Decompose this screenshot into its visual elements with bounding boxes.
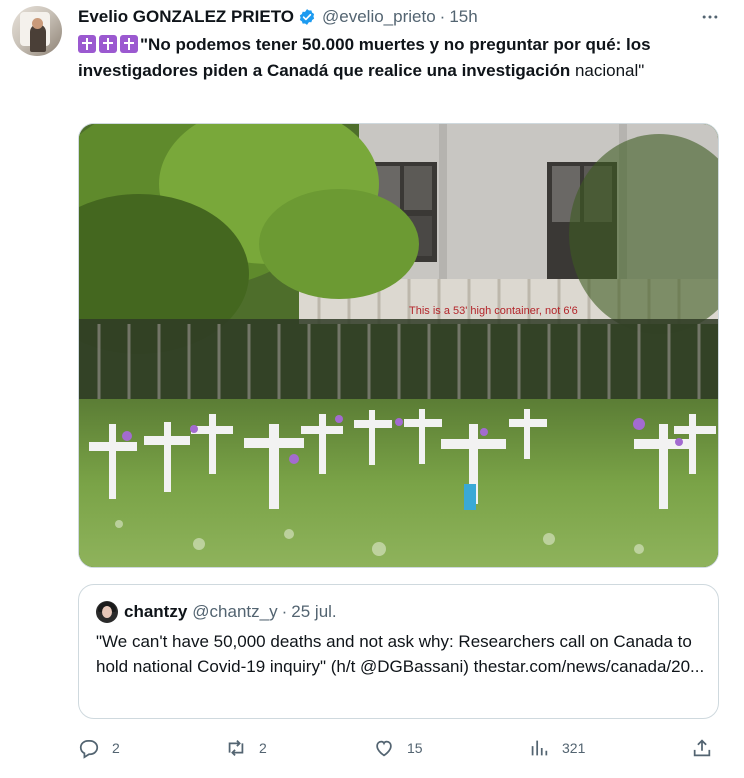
heart-icon	[376, 740, 392, 757]
tweet-header: Evelio GONZALEZ PRIETO @evelio_prieto · …	[78, 6, 478, 28]
verified-badge-icon	[299, 9, 315, 25]
author-name[interactable]: Evelio GONZALEZ PRIETO	[78, 7, 294, 27]
quoted-tweet[interactable]: chantzy @chantz_y · 25 jul. "We can't ha…	[78, 584, 719, 719]
latin-cross-icon	[120, 35, 138, 53]
like-button[interactable]: 15	[373, 734, 423, 762]
tweet: Evelio GONZALEZ PRIETO @evelio_prieto · …	[0, 0, 744, 778]
reply-icon	[79, 739, 99, 759]
quoted-tweet-header: chantzy @chantz_y · 25 jul.	[96, 601, 337, 623]
latin-cross-icon	[99, 35, 117, 53]
tweet-timestamp[interactable]: 15h	[449, 7, 477, 27]
reply-button[interactable]: 2	[78, 734, 120, 762]
quoted-author-avatar	[96, 601, 118, 623]
share-icon	[693, 739, 711, 757]
views-button[interactable]: 321	[528, 734, 585, 762]
tweet-text-rest: nacional"	[574, 61, 645, 80]
tweet-image[interactable]: This is a 53' high container, not 6'6	[78, 123, 719, 568]
view-count: 321	[562, 740, 586, 756]
author-avatar[interactable]	[12, 6, 62, 56]
author-handle[interactable]: @evelio_prieto	[322, 7, 436, 27]
separator-dot: ·	[439, 7, 446, 26]
cross-emojis	[78, 35, 138, 53]
latin-cross-icon	[78, 35, 96, 53]
image-overlay-text: This is a 53' high container, not 6'6	[409, 305, 578, 317]
retweet-icon	[228, 740, 244, 756]
quoted-author-handle: @chantz_y	[192, 602, 278, 621]
retweet-count: 2	[259, 740, 267, 756]
analytics-icon	[531, 740, 548, 756]
reply-count: 2	[112, 740, 120, 756]
tweet-text-bold: "No podemos tener 50.000 muertes y no pr…	[78, 35, 651, 80]
separator-dot: ·	[281, 602, 288, 621]
like-count: 15	[407, 740, 423, 756]
more-options-icon[interactable]	[698, 6, 722, 28]
share-button[interactable]	[691, 734, 713, 762]
quoted-tweet-timestamp: 25 jul.	[291, 602, 337, 621]
memorial-crosses-photo: This is a 53' high container, not 6'6	[79, 124, 718, 567]
retweet-button[interactable]: 2	[225, 734, 267, 762]
quoted-author-name: chantzy	[124, 602, 188, 621]
quoted-tweet-text: "We can't have 50,000 deaths and not ask…	[96, 632, 705, 676]
tweet-text: "No podemos tener 50.000 muertes y no pr…	[78, 32, 718, 84]
tweet-actions: 2 2 15 321	[78, 734, 720, 762]
